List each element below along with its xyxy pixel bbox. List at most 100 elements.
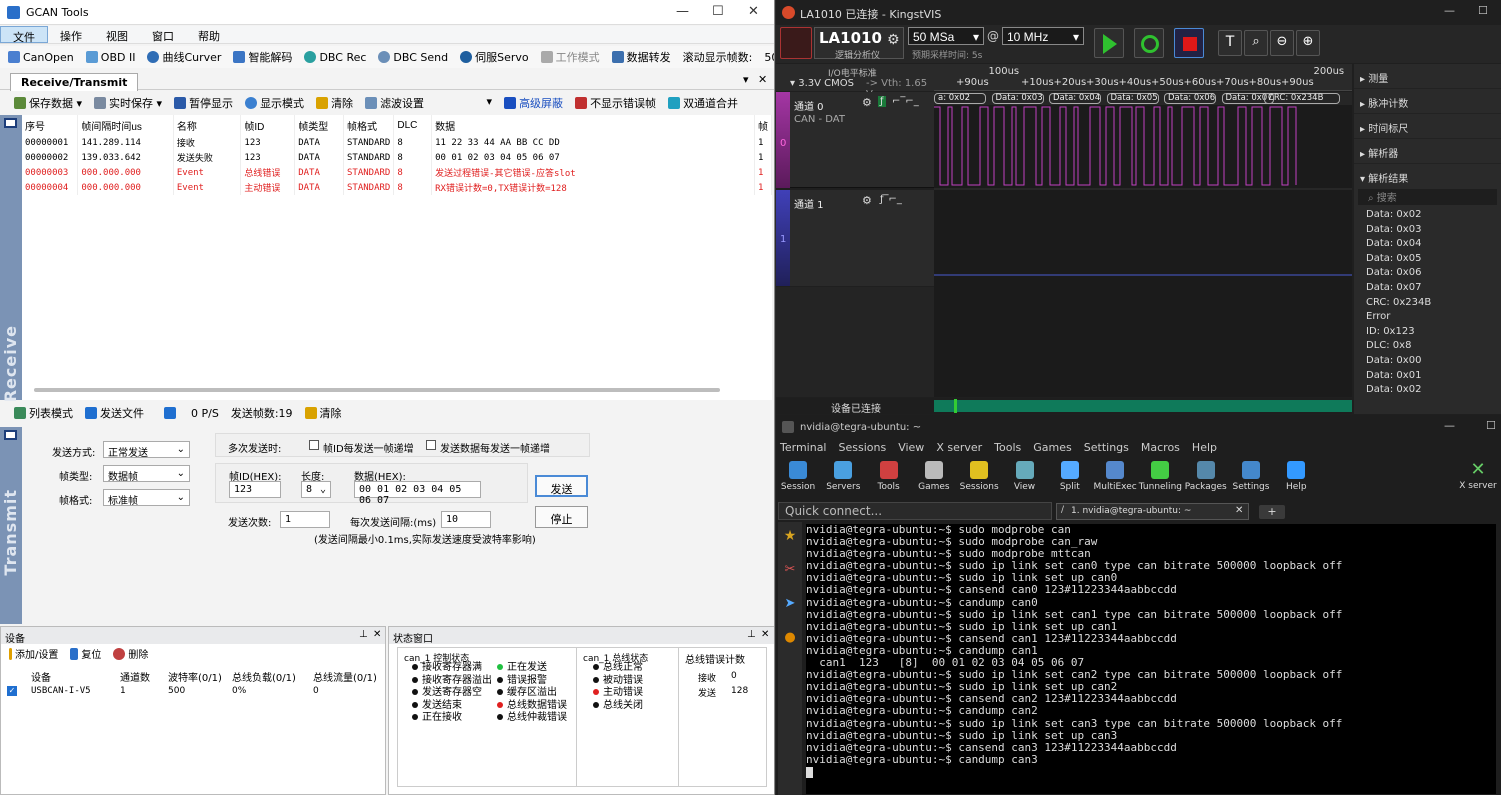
canopen-button[interactable]: CanOpen bbox=[4, 49, 78, 66]
result-item[interactable]: Data: 0x06 bbox=[1360, 267, 1501, 282]
tool-tunneling-button[interactable]: Tunneling bbox=[1138, 459, 1182, 497]
work-mode-button[interactable]: 工作模式 bbox=[537, 47, 604, 67]
pause-display-button[interactable]: 暂停显示 bbox=[170, 93, 237, 113]
repeat-run-button[interactable] bbox=[1134, 28, 1164, 58]
col-name[interactable]: 名称 bbox=[173, 115, 242, 135]
col-data[interactable]: 数据 bbox=[431, 115, 755, 135]
panel-pin-icon[interactable] bbox=[4, 430, 17, 440]
col-type[interactable]: 帧类型 bbox=[294, 115, 344, 135]
zoom-out-button[interactable]: ⊖ bbox=[1270, 30, 1294, 56]
result-item[interactable]: ID: 0x123 bbox=[1360, 326, 1501, 341]
menu-help[interactable]: Help bbox=[1192, 441, 1217, 457]
result-item[interactable]: CRC: 0x234B bbox=[1360, 297, 1501, 312]
menu-file[interactable]: 文件 bbox=[0, 26, 48, 44]
device-row[interactable]: ✓ USBCAN-I-V5 1 500 0% 0 bbox=[1, 683, 385, 698]
interval-input[interactable]: 10 bbox=[441, 511, 491, 528]
result-item[interactable]: DLC: 0x8 bbox=[1360, 340, 1501, 355]
terminal[interactable]: nvidia@tegra-ubuntu:~$ sudo modprobe can… bbox=[806, 523, 1496, 794]
scroll-count-value[interactable]: 5000 bbox=[760, 49, 774, 66]
table-row[interactable]: 00000002 139.033.642 发送失败 123 DATA STANDARD 8 0… bbox=[22, 150, 772, 165]
device-badge[interactable]: LA1010 逻辑分析仪 ⚙ bbox=[814, 27, 904, 61]
tools-icon[interactable]: ✂ bbox=[778, 556, 802, 590]
xserver-button[interactable]: ✕ X server bbox=[1458, 459, 1498, 497]
delete-device-button[interactable]: 删除 bbox=[109, 644, 152, 663]
pin-icon[interactable]: ⊥ bbox=[359, 629, 368, 640]
save-data-button[interactable]: 保存数据 ▾ bbox=[10, 93, 86, 113]
result-item[interactable]: Data: 0x00 bbox=[1360, 355, 1501, 370]
list-mode-button[interactable]: 列表模式 bbox=[10, 403, 77, 423]
panel-pin-icon[interactable] bbox=[4, 118, 17, 128]
col-interval[interactable]: 帧间隔时间us bbox=[77, 115, 174, 135]
col-format[interactable]: 帧格式 bbox=[343, 115, 395, 135]
menu-operate[interactable]: 操作 bbox=[48, 26, 94, 43]
zoom-fit-button[interactable]: ⌕ bbox=[1244, 30, 1268, 56]
gear-icon[interactable]: ⚙ bbox=[887, 32, 900, 48]
forward-button[interactable]: 数据转发 bbox=[608, 47, 675, 67]
panel-analyzer[interactable]: ▸ 解析器 bbox=[1354, 139, 1501, 164]
result-item[interactable]: Error bbox=[1360, 311, 1501, 326]
menu-terminal[interactable]: Terminal bbox=[780, 441, 827, 457]
text-tool-button[interactable]: T bbox=[1218, 30, 1242, 56]
menu-settings[interactable]: Settings bbox=[1084, 441, 1129, 457]
device-checkbox[interactable]: ✓ bbox=[7, 686, 17, 696]
session-tab[interactable]: ∕ 1. nvidia@tegra-ubuntu: ~ ✕ bbox=[1056, 503, 1249, 520]
frame-id-input[interactable]: 123 bbox=[229, 481, 281, 498]
pin-icon[interactable]: ⊥ bbox=[747, 629, 756, 640]
stop-button[interactable] bbox=[1174, 28, 1204, 58]
panel-pulse-count[interactable]: ▸ 脉冲计数 bbox=[1354, 89, 1501, 114]
star-icon[interactable]: ★ bbox=[778, 522, 802, 556]
menu-window[interactable]: 窗口 bbox=[140, 26, 186, 43]
frame-format-select[interactable]: 标准帧 ⌄ bbox=[103, 489, 190, 507]
close-icon[interactable]: ✕ bbox=[748, 4, 759, 19]
table-row[interactable]: 00000003 000.000.000 Event 总线错误 DATA STANDARD… bbox=[22, 165, 772, 180]
add-device-button[interactable]: 添加/设置 bbox=[5, 644, 62, 663]
col-dlc[interactable]: DLC bbox=[393, 115, 433, 135]
id-increment-checkbox[interactable] bbox=[309, 440, 319, 450]
panel-decode-results[interactable]: ▾ 解析结果 bbox=[1354, 164, 1501, 189]
send-icon[interactable]: ➤ bbox=[778, 590, 802, 624]
gear-icon[interactable]: ⚙ bbox=[862, 194, 872, 207]
tool-session-button[interactable]: Session bbox=[776, 459, 820, 497]
play-button[interactable] bbox=[1094, 28, 1124, 58]
dbc-send-button[interactable]: DBC Send bbox=[374, 49, 452, 66]
menu-xserver[interactable]: X server bbox=[936, 441, 982, 457]
menu-help[interactable]: 帮助 bbox=[186, 26, 232, 43]
minimize-icon[interactable]: — bbox=[1444, 4, 1455, 17]
waveform-icon[interactable] bbox=[780, 27, 812, 59]
edge-icons[interactable]: ⌐‾⌐_ bbox=[892, 96, 919, 107]
tx-clear-button[interactable]: 清除 bbox=[301, 403, 346, 423]
io-standard-value[interactable]: ▾ 3.3V CMOS bbox=[790, 78, 854, 89]
tab-close-icon[interactable]: ✕ bbox=[1235, 505, 1243, 516]
send-count-input[interactable]: 1 bbox=[280, 511, 330, 528]
edge-icons[interactable]: ƒ‾⌐_ bbox=[880, 194, 902, 205]
advanced-mask-button[interactable]: 高级屏蔽 bbox=[500, 93, 567, 113]
stop-button[interactable]: 停止 bbox=[535, 506, 588, 528]
panel-time-ruler[interactable]: ▸ 时间标尺 bbox=[1354, 114, 1501, 139]
gear-icon[interactable]: ⚙ bbox=[862, 96, 872, 109]
dual-channel-merge-button[interactable]: 双通道合并 bbox=[664, 93, 742, 113]
search-box[interactable]: ⌕ 搜索 bbox=[1358, 189, 1497, 205]
tool-help-button[interactable]: Help bbox=[1274, 459, 1318, 497]
sample-rate-select[interactable]: 50 MSa ▾ bbox=[908, 27, 984, 45]
data-input[interactable]: 00 01 02 03 04 05 06 07 bbox=[354, 481, 481, 506]
maximize-icon[interactable]: ☐ bbox=[1478, 4, 1488, 17]
new-tab-button[interactable]: + bbox=[1259, 505, 1285, 519]
frequency-select[interactable]: 10 MHz ▾ bbox=[1002, 27, 1084, 45]
maximize-icon[interactable]: ☐ bbox=[1486, 419, 1496, 432]
close-icon[interactable]: ✕ bbox=[761, 629, 769, 640]
send-button[interactable]: 发送 bbox=[535, 475, 588, 497]
quick-connect[interactable]: Quick connect... bbox=[778, 502, 1052, 520]
horizontal-scrollbar[interactable] bbox=[34, 388, 720, 392]
trigger-icons[interactable]: ƒ bbox=[878, 96, 886, 107]
channel-1-header[interactable]: 1 通道 1 ⚙ ƒ‾⌐_ bbox=[776, 190, 934, 286]
filter-settings-button[interactable]: 滤波设置 ▾ bbox=[361, 93, 496, 113]
menu-macros[interactable]: Macros bbox=[1141, 441, 1180, 457]
result-item[interactable]: Data: 0x03 bbox=[1360, 224, 1501, 239]
minimize-icon[interactable]: — bbox=[1444, 419, 1455, 432]
col-seq[interactable]: 序号 bbox=[22, 115, 79, 135]
servo-button[interactable]: 伺服Servo bbox=[456, 47, 533, 67]
result-item[interactable]: Data: 0x05 bbox=[1360, 253, 1501, 268]
menu-view[interactable]: 视图 bbox=[94, 26, 140, 43]
display-mode-button[interactable]: 显示模式 bbox=[241, 93, 308, 113]
panel-measure[interactable]: ▸ 测量 bbox=[1354, 64, 1501, 89]
